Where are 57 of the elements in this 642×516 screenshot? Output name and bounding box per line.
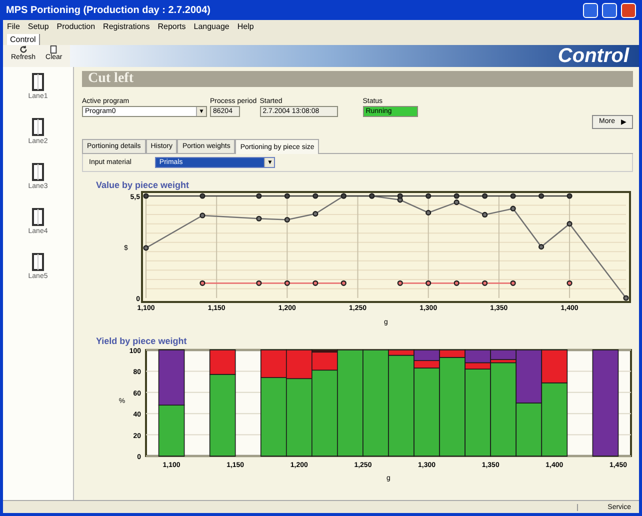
data-point [312, 193, 318, 199]
section-title: Cut left [82, 71, 633, 87]
data-point [426, 193, 432, 199]
data-point [538, 193, 544, 199]
data-point [200, 212, 206, 218]
data-point [482, 193, 488, 199]
data-point [397, 280, 403, 286]
chart-title: Value by piece weight [96, 180, 190, 190]
data-point [256, 216, 262, 222]
data-point [284, 193, 290, 199]
data-point [143, 245, 149, 251]
data-point [482, 280, 488, 286]
data-point [256, 193, 262, 199]
chart-title: Yield by piece weight [96, 336, 188, 346]
menu-item[interactable]: Registrations [103, 22, 150, 31]
view-tab[interactable]: Control [7, 34, 40, 45]
data-point [566, 193, 572, 199]
data-point [256, 280, 262, 286]
data-point [340, 280, 346, 286]
minimize-button[interactable] [583, 2, 598, 18]
menu-item[interactable]: Help [237, 22, 254, 31]
menu-item[interactable]: Setup [28, 22, 49, 31]
lane-icon[interactable] [32, 253, 44, 271]
data-point [510, 206, 516, 212]
data-point [454, 280, 460, 286]
menu-item[interactable]: Reports [158, 22, 186, 31]
refresh-icon [18, 45, 28, 54]
lane-icon[interactable] [32, 73, 44, 91]
menu-item[interactable]: File [7, 22, 20, 31]
menu-item[interactable]: Language [194, 22, 230, 31]
data-point [538, 244, 544, 250]
data-point [623, 295, 629, 301]
data-point [200, 193, 206, 199]
data-point [312, 211, 318, 217]
data-point [284, 216, 290, 223]
lane-icon[interactable] [32, 118, 44, 136]
maximize-button[interactable] [602, 2, 617, 18]
lane-icon[interactable] [32, 208, 44, 226]
data-point [426, 210, 432, 216]
data-point [566, 280, 572, 286]
page-icon [49, 45, 58, 54]
bar [158, 404, 185, 456]
banner-title: Control [558, 44, 629, 68]
data-point [426, 280, 432, 286]
data-point [312, 280, 318, 286]
data-point [510, 280, 516, 286]
data-point [200, 280, 206, 286]
close-button[interactable] [621, 2, 636, 18]
lane-icon[interactable] [32, 163, 44, 181]
data-point [510, 193, 516, 199]
data-point [566, 221, 572, 227]
menu-item[interactable]: Production [56, 22, 96, 31]
bar [158, 350, 185, 406]
data-point [482, 212, 488, 218]
window-title: MPS Portioning (Production day : 2.7.2004) [6, 4, 212, 16]
data-point [143, 193, 149, 199]
data-point [284, 280, 290, 286]
